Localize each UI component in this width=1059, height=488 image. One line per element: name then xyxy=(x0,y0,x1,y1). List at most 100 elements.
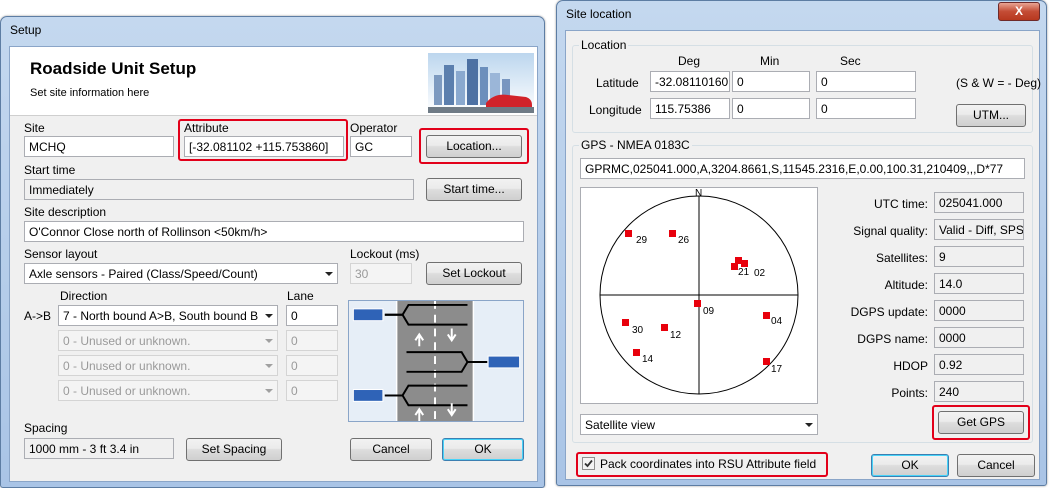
latitude-label: Latitude xyxy=(596,76,639,90)
direction-value: 0 - Unused or unknown. xyxy=(63,359,191,373)
satellite-marker xyxy=(661,324,668,331)
satellite-marker xyxy=(763,312,770,319)
hdop-field: 0.92 xyxy=(934,354,1024,375)
dgps-name-label: DGPS name: xyxy=(857,332,928,346)
setup-header-subtitle: Set site information here xyxy=(30,87,150,99)
close-icon: X xyxy=(1014,4,1023,18)
site-location-title: Site location xyxy=(566,7,632,21)
start-time-label: Start time xyxy=(24,163,76,177)
points-field: 240 xyxy=(934,381,1024,402)
gps-group-label: GPS - NMEA 0183C xyxy=(579,138,692,152)
satellite-label: 30 xyxy=(632,325,644,336)
direction-value: 0 - Unused or unknown. xyxy=(63,384,191,398)
altitude-label: Altitude: xyxy=(884,278,928,292)
satellite-plot: N 29 26 21 02 09 04 30 12 14 17 xyxy=(580,187,818,404)
altitude-field: 14.0 xyxy=(934,273,1024,294)
chevron-down-icon xyxy=(265,389,273,393)
direction-select-1[interactable]: 7 - North bound A>B, South bound B xyxy=(58,305,278,326)
spacing-label: Spacing xyxy=(24,421,68,435)
setup-window: Setup Roadside Unit Setup Set site infor… xyxy=(0,16,545,488)
sec-header: Sec xyxy=(840,54,861,68)
chevron-down-icon xyxy=(265,364,273,368)
location-ok-button[interactable]: OK xyxy=(871,454,949,477)
setup-cancel-button[interactable]: Cancel xyxy=(350,438,432,461)
location-highlight xyxy=(419,128,529,164)
utc-time-label: UTC time: xyxy=(874,197,928,211)
longitude-sec-field[interactable]: 0 xyxy=(816,98,916,119)
direction-select-3: 0 - Unused or unknown. xyxy=(58,355,278,376)
points-label: Points: xyxy=(891,386,928,400)
set-spacing-button[interactable]: Set Spacing xyxy=(186,438,282,461)
setup-header: Roadside Unit Setup Set site information… xyxy=(10,47,537,116)
satellite-marker xyxy=(731,263,738,270)
satellite-marker xyxy=(694,300,701,307)
satellite-marker xyxy=(625,230,632,237)
dgps-update-label: DGPS update: xyxy=(850,305,928,319)
direction-header: Direction xyxy=(60,289,108,303)
sw-note: (S & W = - Deg) xyxy=(956,76,1042,90)
operator-field[interactable]: GC xyxy=(350,136,412,157)
city-banner-image xyxy=(428,53,534,113)
latitude-deg-field[interactable]: -32.08110160 xyxy=(650,71,730,92)
close-button[interactable]: X xyxy=(998,2,1040,21)
utm-button[interactable]: UTM... xyxy=(956,104,1026,127)
direction-select-2: 0 - Unused or unknown. xyxy=(58,330,278,351)
chevron-down-icon xyxy=(265,314,273,318)
satellites-field: 9 xyxy=(934,246,1024,267)
latitude-sec-field[interactable]: 0 xyxy=(816,71,916,92)
satellite-label: 04 xyxy=(771,316,783,327)
attribute-highlight xyxy=(178,119,348,161)
direction-value: 0 - Unused or unknown. xyxy=(63,334,191,348)
satellites-label: Satellites: xyxy=(875,251,928,265)
location-group-label: Location xyxy=(579,38,629,52)
set-lockout-button[interactable]: Set Lockout xyxy=(426,262,522,285)
dgps-update-field: 0000 xyxy=(934,300,1024,321)
view-select[interactable]: Satellite view xyxy=(580,414,818,435)
satellite-label: 21 xyxy=(738,267,750,278)
sensor-layout-value: Axle sensors - Paired (Class/Speed/Count… xyxy=(29,267,258,281)
signal-quality-field: Valid - Diff, SPS xyxy=(934,219,1024,240)
lane-header: Lane xyxy=(287,289,314,303)
start-time-button[interactable]: Start time... xyxy=(426,178,522,201)
north-label: N xyxy=(695,188,703,199)
direction-select-4: 0 - Unused or unknown. xyxy=(58,380,278,401)
hdop-label: HDOP xyxy=(893,359,928,373)
get-gps-highlight xyxy=(932,405,1030,440)
satellite-label: 14 xyxy=(642,354,654,365)
satellite-label: 12 xyxy=(670,330,682,341)
site-description-field[interactable]: O'Connor Close north of Rollinson <50km/… xyxy=(24,221,524,242)
start-time-field: Immediately xyxy=(24,179,414,200)
min-header: Min xyxy=(760,54,780,68)
nmea-field[interactable]: GPRMC,025041.000,A,3204.8661,S,11545.231… xyxy=(580,158,1025,179)
site-description-label: Site description xyxy=(24,205,107,219)
satellite-marker xyxy=(633,349,640,356)
longitude-deg-field[interactable]: 115.75386 xyxy=(650,98,730,119)
deg-header: Deg xyxy=(678,54,701,68)
longitude-min-field[interactable]: 0 xyxy=(732,98,810,119)
setup-header-title: Roadside Unit Setup xyxy=(30,59,197,78)
latitude-min-field[interactable]: 0 xyxy=(732,71,810,92)
satellite-label: 09 xyxy=(703,306,715,317)
operator-label: Operator xyxy=(350,121,398,135)
site-field[interactable]: MCHQ xyxy=(24,136,174,157)
chevron-down-icon xyxy=(325,272,333,276)
chevron-down-icon xyxy=(265,339,273,343)
location-cancel-button[interactable]: Cancel xyxy=(957,454,1035,477)
satellite-label: 26 xyxy=(678,235,690,246)
site-label: Site xyxy=(24,121,45,135)
utc-time-field: 025041.000 xyxy=(934,192,1024,213)
satellite-marker xyxy=(741,260,748,267)
satellite-label: 17 xyxy=(771,364,783,375)
signal-quality-label: Signal quality: xyxy=(853,224,928,238)
lockout-label: Lockout (ms) xyxy=(350,247,420,261)
setup-ok-button[interactable]: OK xyxy=(442,438,524,461)
setup-body: Roadside Unit Setup Set site information… xyxy=(9,46,538,482)
lockout-field: 30 xyxy=(350,263,412,284)
spacing-field: 1000 mm - 3 ft 3.4 in xyxy=(24,438,174,459)
satellite-label: 02 xyxy=(754,268,766,279)
lane-field-1[interactable]: 0 xyxy=(286,305,338,326)
satellite-label: 29 xyxy=(636,235,648,246)
lane-field-3: 0 xyxy=(286,355,338,376)
sensor-layout-select[interactable]: Axle sensors - Paired (Class/Speed/Count… xyxy=(24,263,338,284)
satellite-marker xyxy=(669,230,676,237)
